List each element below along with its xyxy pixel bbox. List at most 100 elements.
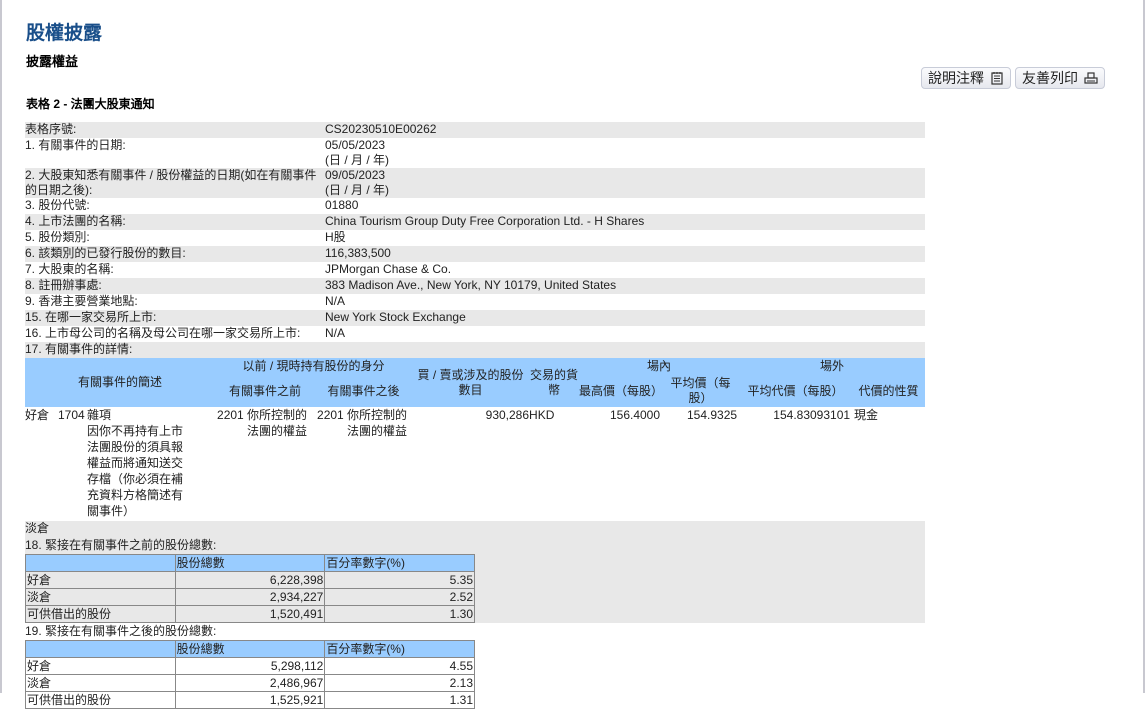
field-label: 4. 上市法團的名稱: <box>25 214 126 228</box>
high-price: 156.4000 <box>609 408 661 422</box>
table-row: 好倉 5,298,112 4.55 <box>25 657 475 675</box>
field-value: 01880 <box>325 198 359 212</box>
notepad-icon <box>991 72 1003 85</box>
field-label: 15. 在哪一家交易所上市: <box>25 310 157 324</box>
field-label: 2. 大股東知悉有關事件 / 股份權益的日期(如在有關事件的日期之後): <box>25 168 317 197</box>
field-label: 17. 有關事件的詳情: <box>25 342 133 356</box>
field-row: 1. 有關事件的日期: 05/05/2023 (日 / 月 / 年) <box>25 138 925 168</box>
percentage: 1.30 <box>324 605 475 623</box>
table-row: 淡倉 2,486,967 2.13 <box>25 674 475 692</box>
field-row: 5. 股份類別: H股 <box>25 230 925 246</box>
position-label: 可供借出的股份 <box>25 605 176 623</box>
header-shares: 買 / 賣或涉及的股份數目 <box>412 358 530 407</box>
page-subtitle: 披露權益 <box>26 54 79 69</box>
header-avg: 平均價（每股） <box>662 375 740 407</box>
field-row: 9. 香港主要營業地點: N/A <box>25 294 925 310</box>
field-value: 09/05/2023 <box>325 168 386 182</box>
consideration-nature: 現金 <box>854 408 879 422</box>
header-total-shares: 股份總數 <box>174 554 326 572</box>
percentage: 2.13 <box>324 674 475 692</box>
table-row: 可供借出的股份 1,525,921 1.31 <box>25 691 475 709</box>
before-text: 你所控制的法團的權益 <box>247 408 308 438</box>
field-value: N/A <box>325 326 346 340</box>
header-capacity: 以前 / 現時持有股份的身分 <box>215 358 413 375</box>
section-19-title: 19. 緊接在有關事件之後的股份總數: <box>25 624 217 638</box>
field-label: 表格序號: <box>25 122 77 136</box>
field-value: New York Stock Exchange <box>325 310 466 324</box>
header-avg-consideration: 平均代價（每股） <box>739 375 853 407</box>
page-title: 股權披露 <box>26 23 103 44</box>
total-shares: 2,934,227 <box>174 588 326 606</box>
before-code: 2201 <box>217 408 244 422</box>
position-label: 淡倉 <box>25 674 176 692</box>
currency: HKD <box>529 408 555 422</box>
field-label: 3. 股份代號: <box>25 198 90 212</box>
field-value: JPMorgan Chase & Co. <box>325 262 452 276</box>
form-title: 表格 2 - 法團大股東通知 <box>26 97 155 111</box>
position-label: 淡倉 <box>25 588 176 606</box>
header-total-shares: 股份總數 <box>174 640 326 658</box>
header-desc: 有關事件的簡述 <box>25 358 216 407</box>
total-shares: 1,525,921 <box>174 691 326 709</box>
desc-title: 雜項 <box>87 408 112 422</box>
field-value: 383 Madison Ave., New York, NY 10179, Un… <box>325 278 617 292</box>
after-totals-table: 股份總數 百分率數字(%) 好倉 5,298,112 4.55 淡倉 2,486,967 2.… <box>25 640 475 709</box>
field-row: 17. 有關事件的詳情: <box>25 342 925 358</box>
field-value: China Tourism Group Duty Free Corporatio… <box>325 214 645 228</box>
position-label: 好倉 <box>25 571 176 589</box>
position-label: 好倉 <box>25 657 176 675</box>
printer-icon <box>1084 72 1098 84</box>
shares: 930,286 <box>485 408 530 422</box>
total-shares: 6,228,398 <box>174 571 326 589</box>
explanatory-notes-button[interactable]: 說明注釋 <box>921 67 1011 89</box>
field-value: N/A <box>325 294 346 308</box>
percentage: 4.55 <box>324 657 475 675</box>
print-friendly-button[interactable]: 友善列印 <box>1015 67 1105 89</box>
position-label: 可供借出的股份 <box>25 691 176 709</box>
table-row: 好倉 6,228,398 5.35 <box>25 571 475 589</box>
field-label: 7. 大股東的名稱: <box>25 262 114 276</box>
header-on-exchange: 場內 <box>579 358 740 375</box>
avg-price: 154.9325 <box>686 408 738 422</box>
field-label: 6. 該類別的已發行股份的數目: <box>25 246 186 260</box>
explain-label: 說明注釋 <box>928 70 984 86</box>
total-shares: 5,298,112 <box>174 657 326 675</box>
header-off-exchange: 場外 <box>739 358 926 375</box>
field-row: 表格序號: CS20230510E00262 <box>25 122 925 138</box>
short-position-label: 淡倉 <box>25 521 50 535</box>
after-text: 你所控制的法團的權益 <box>347 408 408 438</box>
field-row: 2. 大股東知悉有關事件 / 股份權益的日期(如在有關事件的日期之後): 09/0… <box>25 168 925 198</box>
date-format-note: (日 / 月 / 年) <box>325 153 389 167</box>
field-value: CS20230510E00262 <box>325 122 437 136</box>
header-nature: 代價的性質 <box>852 375 926 407</box>
field-label: 1. 有關事件的日期: <box>25 138 126 152</box>
avg-consideration: 154.83093101 <box>773 408 851 422</box>
field-label: 5. 股份類別: <box>25 230 90 244</box>
header-percentage: 百分率數字(%) <box>324 554 475 572</box>
field-label: 8. 註冊辦事處: <box>25 278 102 292</box>
field-label: 9. 香港主要營業地點: <box>25 294 138 308</box>
field-value: 116,383,500 <box>325 246 391 260</box>
percentage: 5.35 <box>324 571 475 589</box>
field-row: 15. 在哪一家交易所上市: New York Stock Exchange <box>25 310 925 326</box>
percentage: 1.31 <box>324 691 475 709</box>
disclosure-form: 表格序號: CS20230510E00262 1. 有關事件的日期: 05/05/20… <box>25 122 926 709</box>
blank-header <box>25 640 176 658</box>
table-row: 可供借出的股份 1,520,491 1.30 <box>25 605 475 623</box>
field-row: 16. 上市母公司的名稱及母公司在哪一家交易所上市: N/A <box>25 326 925 342</box>
total-shares: 2,486,967 <box>174 674 326 692</box>
field-row: 6. 該類別的已發行股份的數目: 116,383,500 <box>25 246 925 262</box>
section-18: 18. 緊接在有關事件之前的股份總數: 股份總數 百分率數字(%) 好倉 6,228,… <box>25 537 925 623</box>
blank-header <box>25 554 176 572</box>
date-format-note: (日 / 月 / 年) <box>325 183 389 197</box>
field-row: 3. 股份代號: 01880 <box>25 198 925 214</box>
table-row: 好倉 1704 雜項 因你不再持有上市法團股份的須具報權益而將通知送交存檔（你必須… <box>25 407 925 521</box>
total-shares: 1,520,491 <box>174 605 326 623</box>
field-value: H股 <box>325 230 346 244</box>
print-label: 友善列印 <box>1022 70 1078 86</box>
before-totals-table: 股份總數 百分率數字(%) 好倉 6,228,398 5.35 淡倉 2,934,227 2.… <box>25 554 475 623</box>
section-18-title: 18. 緊接在有關事件之前的股份總數: <box>25 538 217 552</box>
header-after: 有關事件之後 <box>315 375 413 407</box>
header-before: 有關事件之前 <box>215 375 316 407</box>
desc-text: 因你不再持有上市法團股份的須具報權益而將通知送交存檔（你必須在補充資料方格簡述有… <box>87 424 184 518</box>
